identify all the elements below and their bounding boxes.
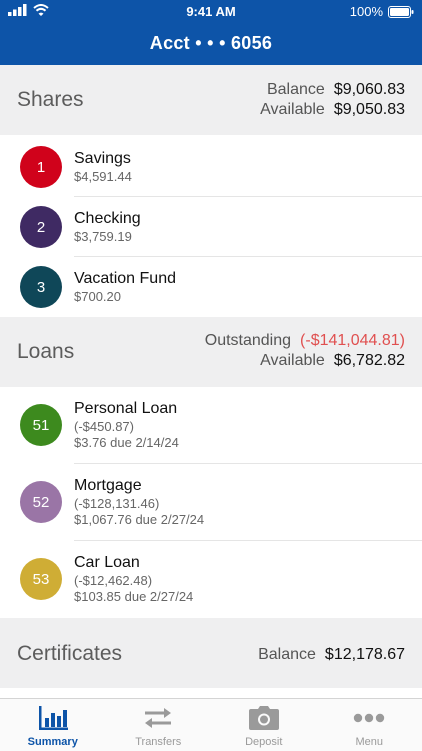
loan-name: Car Loan [74, 554, 193, 572]
account-amount: $700.20 [74, 289, 176, 304]
certificates-balance-label: Balance [258, 646, 316, 664]
account-amount: $3,759.19 [74, 229, 141, 244]
account-row-checking[interactable]: 2 Checking $3,759.19 [0, 197, 422, 257]
shares-available-value: $9,050.83 [334, 101, 405, 119]
loan-number-badge: 51 [20, 404, 62, 446]
account-row-savings[interactable]: 1 Savings $4,591.44 [0, 137, 422, 197]
loans-outstanding: Outstanding (-$141,044.81) [205, 332, 405, 350]
loan-amount: (-$128,131.46) [74, 496, 204, 511]
tab-bar: Summary Transfers Deposit [0, 698, 422, 751]
bar-chart-icon [37, 706, 69, 730]
camera-icon [248, 705, 280, 731]
loans-available: Available $6,782.82 [260, 352, 405, 370]
loan-number-badge: 53 [20, 558, 62, 600]
page-title: Acct • • • 6056 [0, 33, 422, 54]
account-number-badge: 1 [20, 146, 62, 188]
transfer-arrows-icon [142, 706, 174, 730]
loan-row-car-loan[interactable]: 53 Car Loan (-$12,462.48) $103.85 due 2/… [0, 541, 422, 618]
loan-amount: (-$12,462.48) [74, 573, 193, 588]
certificates-title: Certificates [17, 642, 122, 666]
account-row-vacation-fund[interactable]: 3 Vacation Fund $700.20 [0, 257, 422, 317]
tab-deposit[interactable]: Deposit [211, 699, 317, 751]
more-dots-icon [353, 713, 385, 723]
loan-due: $103.85 due 2/27/24 [74, 589, 193, 604]
shares-available-label: Available [260, 101, 325, 119]
account-number-badge: 3 [20, 266, 62, 308]
loans-available-value: $6,782.82 [334, 352, 405, 370]
account-name: Vacation Fund [74, 270, 176, 288]
loan-name: Personal Loan [74, 400, 179, 418]
certificates-balance: Balance $12,178.67 [258, 646, 405, 664]
battery-icon [388, 6, 414, 18]
app-header: 9:41 AM 100% Acct • • • 6056 [0, 0, 422, 65]
certificates-balance-value: $12,178.67 [325, 646, 405, 664]
loan-row-mortgage[interactable]: 52 Mortgage (-$128,131.46) $1,067.76 due… [0, 464, 422, 541]
certificates-section-header: Certificates Balance $12,178.67 [0, 618, 422, 688]
shares-title: Shares [17, 88, 84, 112]
tab-transfers-label: Transfers [106, 736, 212, 748]
tab-menu[interactable]: Menu [317, 699, 422, 751]
shares-section-header: Shares Balance $9,060.83 Available $9,05… [0, 65, 422, 135]
tab-summary[interactable]: Summary [0, 699, 106, 751]
loans-section-header: Loans Outstanding (-$141,044.81) Availab… [0, 317, 422, 387]
loans-outstanding-label: Outstanding [205, 332, 291, 350]
loan-due: $1,067.76 due 2/27/24 [74, 512, 204, 527]
shares-balance-label: Balance [267, 81, 325, 99]
loan-name: Mortgage [74, 477, 204, 495]
loan-row-personal-loan[interactable]: 51 Personal Loan (-$450.87) $3.76 due 2/… [0, 387, 422, 464]
status-right: 100% [350, 4, 414, 19]
loans-title: Loans [17, 340, 74, 364]
status-bar: 9:41 AM 100% [0, 0, 422, 22]
tab-deposit-label: Deposit [211, 736, 317, 748]
shares-balance: Balance $9,060.83 [267, 81, 405, 99]
account-name: Savings [74, 150, 132, 168]
loans-available-label: Available [260, 352, 325, 370]
tab-transfers[interactable]: Transfers [106, 699, 212, 751]
loan-amount: (-$450.87) [74, 419, 179, 434]
loan-due: $3.76 due 2/14/24 [74, 435, 179, 450]
shares-available: Available $9,050.83 [260, 101, 405, 119]
loans-outstanding-value: (-$141,044.81) [300, 332, 405, 350]
account-number-badge: 2 [20, 206, 62, 248]
tab-menu-label: Menu [317, 736, 422, 748]
account-amount: $4,591.44 [74, 169, 132, 184]
account-summary: Shares Balance $9,060.83 Available $9,05… [0, 65, 422, 698]
battery-percent: 100% [350, 4, 383, 19]
tab-summary-label: Summary [0, 736, 106, 748]
shares-balance-value: $9,060.83 [334, 81, 405, 99]
loan-number-badge: 52 [20, 481, 62, 523]
account-name: Checking [74, 210, 141, 228]
